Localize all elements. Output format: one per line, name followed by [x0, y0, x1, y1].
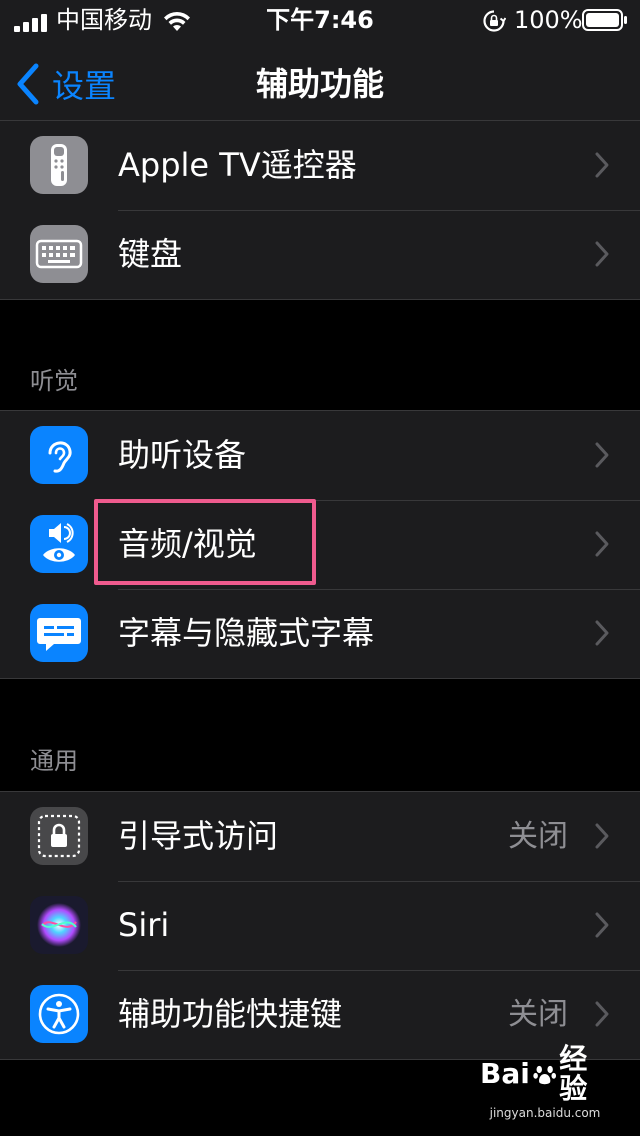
apple-tv-remote-icon [30, 136, 88, 194]
row-label: 辅助功能快捷键 [118, 995, 343, 1033]
siri-icon [30, 896, 88, 954]
row-audio-visual[interactable]: 音频/视觉 [0, 500, 640, 589]
guided-access-lock-icon [30, 807, 88, 865]
section-header-hearing: 听觉 [30, 367, 78, 395]
chevron-right-icon [595, 823, 609, 849]
speech-bubble-icon [30, 604, 88, 662]
chevron-right-icon [595, 241, 609, 267]
chevron-right-icon [595, 152, 609, 178]
watermark-url: jingyan.baidu.com [489, 1106, 601, 1120]
paw-icon [533, 1065, 556, 1085]
row-label: 字幕与隐藏式字幕 [118, 614, 375, 652]
page-title: 辅助功能 [255, 65, 384, 103]
section-header-general: 通用 [30, 747, 78, 775]
battery-percentage: 100% [514, 6, 583, 34]
chevron-right-icon [595, 531, 609, 557]
baidu-logo: Bai 经验 [480, 1044, 610, 1104]
row-guided-access[interactable]: 引导式访问 关闭 [0, 792, 640, 881]
general-group: 引导式访问 关闭 Siri 辅助功能快捷键 关闭 [0, 791, 640, 1060]
row-apple-tv-remote[interactable]: Apple TV遥控器 [0, 121, 640, 210]
battery-icon [582, 9, 627, 31]
chevron-right-icon [595, 1001, 609, 1027]
row-value: 关闭 [508, 819, 568, 854]
ear-icon [30, 426, 88, 484]
speaker-eye-icon [30, 515, 88, 573]
row-label: 引导式访问 [118, 817, 279, 855]
row-label: 音频/视觉 [118, 525, 257, 563]
watermark-logo-left: Bai [480, 1057, 530, 1090]
hearing-group: 助听设备 音频/视觉 字幕与隐藏式字幕 [0, 410, 640, 679]
chevron-right-icon [595, 442, 609, 468]
baidu-watermark: Bai 经验 jingyan.baidu.com [480, 1044, 610, 1121]
physical-group: Apple TV遥控器 键盘 [0, 120, 640, 300]
row-label: 助听设备 [118, 436, 247, 474]
accessibility-icon [30, 985, 88, 1043]
rotation-lock-icon [483, 10, 506, 32]
keyboard-icon [30, 225, 88, 283]
status-bar: 中国移动 下午7:46 100% [0, 0, 640, 40]
chevron-right-icon [595, 620, 609, 646]
navigation-bar: 设置 辅助功能 [0, 40, 640, 128]
row-keyboard[interactable]: 键盘 [0, 210, 640, 299]
row-subtitles-captioning[interactable]: 字幕与隐藏式字幕 [0, 589, 640, 678]
row-label: 键盘 [118, 235, 183, 273]
chevron-right-icon [595, 912, 609, 938]
row-hearing-devices[interactable]: 助听设备 [0, 411, 640, 500]
row-label: Siri [118, 906, 170, 944]
row-siri[interactable]: Siri [0, 881, 640, 970]
row-label: Apple TV遥控器 [118, 146, 357, 184]
watermark-logo-right: 经验 [559, 1042, 588, 1105]
